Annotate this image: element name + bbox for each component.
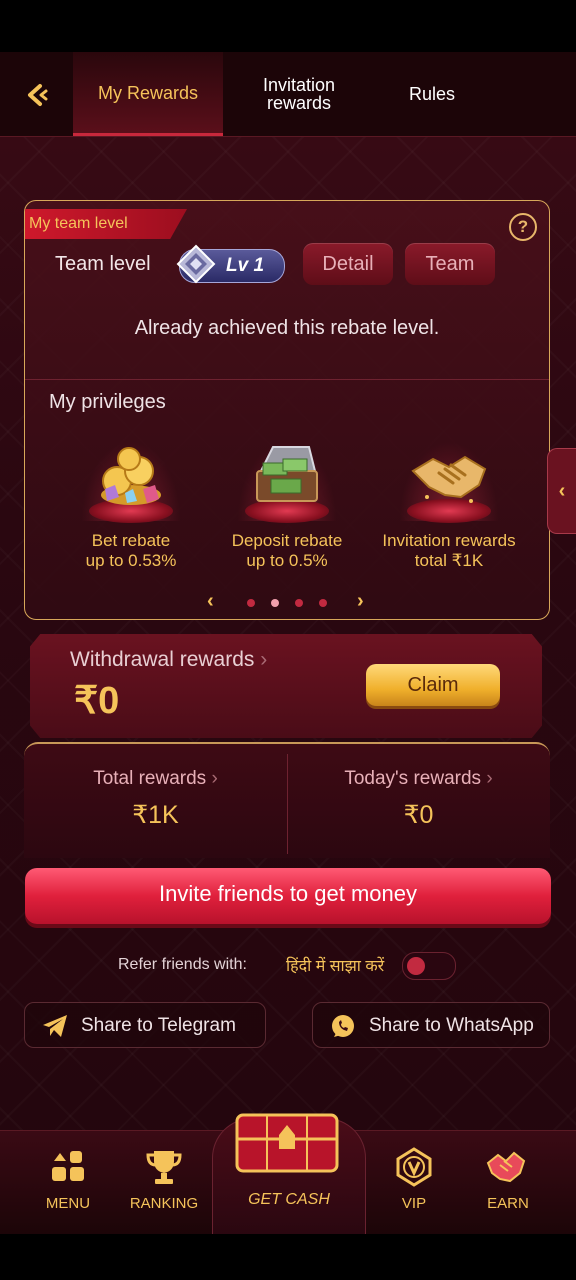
back-arrow-icon[interactable] <box>22 80 52 110</box>
hindi-share-toggle[interactable] <box>402 952 456 980</box>
chevron-right-icon[interactable]: › <box>357 591 364 611</box>
privilege-deposit-rebate: Deposit rebate up to 0.5% <box>207 441 367 581</box>
nav-earn[interactable]: EARN <box>460 1141 556 1231</box>
todays-rewards[interactable]: Today's rewards › ₹0 <box>287 744 550 858</box>
nav-label: GET CASH <box>248 1191 330 1208</box>
claim-button[interactable]: Claim <box>366 664 500 706</box>
rewards-summary: Total rewards › ₹1K Today's rewards › ₹0 <box>24 742 550 858</box>
treasure-chest-icon <box>235 1113 339 1173</box>
pager-dot-active[interactable] <box>271 599 279 607</box>
nav-label: VIP <box>401 1195 427 1212</box>
withdrawal-label-text: Withdrawal rewards <box>70 648 255 671</box>
handshake-icon <box>411 455 487 503</box>
question-icon[interactable]: ? <box>509 213 537 241</box>
todays-rewards-label: Today's rewards › <box>287 768 550 790</box>
todays-rewards-value: ₹0 <box>403 801 434 829</box>
privilege-value: total ₹1K <box>414 551 484 570</box>
privilege-invitation-rewards: Invitation rewards total ₹1K <box>369 441 529 581</box>
handshake-icon <box>486 1151 526 1183</box>
pager-dot[interactable] <box>247 599 255 607</box>
total-rewards-label-text: Total rewards <box>93 768 207 789</box>
privilege-label: Bet rebate up to 0.53% <box>51 531 211 571</box>
total-rewards[interactable]: Total rewards › ₹1K <box>24 744 287 858</box>
nav-vip[interactable]: VIP <box>366 1141 462 1231</box>
team-button[interactable]: Team <box>405 243 495 285</box>
tab-my-rewards[interactable]: My Rewards <box>73 52 223 136</box>
privilege-label: Deposit rebate up to 0.5% <box>207 531 367 571</box>
tab-invitation-rewards[interactable]: Invitation rewards <box>236 52 362 136</box>
chevron-right-icon: › <box>211 768 218 789</box>
nav-label: RANKING <box>129 1195 199 1212</box>
share-telegram-button[interactable]: Share to Telegram <box>24 1002 266 1048</box>
invite-friends-button[interactable]: Invite friends to get money <box>25 868 551 924</box>
total-rewards-value: ₹1K <box>132 801 179 829</box>
achieved-text: Already achieved this rebate level. <box>134 317 440 339</box>
detail-button[interactable]: Detail <box>303 243 393 285</box>
nav-ranking[interactable]: RANKING <box>116 1141 212 1231</box>
privilege-title: Deposit rebate <box>231 531 343 550</box>
top-tab-bar: My Rewards Invitation rewards Rules <box>0 52 576 137</box>
money-chest-icon <box>256 446 318 502</box>
privilege-label: Invitation rewards total ₹1K <box>369 531 529 571</box>
privileges-pager: ‹ › <box>25 591 549 611</box>
divider <box>25 379 549 380</box>
refer-row: Refer friends with: हिंदी में साझा करें <box>0 952 576 982</box>
team-level-card: My team level ? Team level Lv 1 Detail T… <box>24 200 550 620</box>
chevron-right-icon: › <box>486 768 493 789</box>
side-drawer-handle[interactable]: ‹ <box>547 448 576 534</box>
nav-menu[interactable]: MENU <box>20 1141 116 1231</box>
pager-dot[interactable] <box>319 599 327 607</box>
todays-rewards-label-text: Today's rewards <box>344 768 482 789</box>
chevron-right-icon: › <box>260 648 268 671</box>
share-whatsapp-button[interactable]: Share to WhatsApp <box>312 1002 550 1048</box>
privilege-value: up to 0.5% <box>246 551 328 570</box>
nav-get-cash[interactable]: GET CASH <box>212 1113 366 1234</box>
level-badge-text: Lv 1 <box>226 255 265 276</box>
withdrawal-label[interactable]: Withdrawal rewards › <box>70 648 267 672</box>
tab-label: My Rewards <box>97 82 199 103</box>
share-telegram-label: Share to Telegram <box>81 1015 236 1036</box>
toggle-knob <box>407 957 425 975</box>
menu-grid-icon <box>52 1151 84 1181</box>
chevron-left-icon[interactable]: ‹ <box>207 591 214 611</box>
tab-rules[interactable]: Rules <box>380 52 484 136</box>
tab-label: Invitation rewards <box>262 75 336 113</box>
trophy-icon <box>146 1151 182 1184</box>
withdrawal-value: ₹0 <box>74 680 120 722</box>
refer-hindi-option: हिंदी में साझा करें <box>286 958 385 975</box>
refer-label: Refer friends with: <box>118 956 247 973</box>
withdrawal-rewards-panel: Withdrawal rewards › ₹0 Claim <box>30 634 542 738</box>
total-rewards-label: Total rewards › <box>24 768 287 790</box>
privilege-title: Invitation rewards <box>382 531 516 550</box>
telegram-icon <box>43 1015 67 1037</box>
app-root: My Rewards Invitation rewards Rules My t… <box>0 52 576 1234</box>
pager-dot[interactable] <box>295 599 303 607</box>
nav-label: MENU <box>45 1195 91 1212</box>
tab-label: Rules <box>408 84 456 104</box>
level-gem-icon <box>176 244 216 284</box>
team-level-label: Team level <box>55 253 151 275</box>
share-whatsapp-label: Share to WhatsApp <box>369 1015 534 1036</box>
privilege-bet-rebate: Bet rebate up to 0.53% <box>51 441 211 581</box>
coins-gems-icon <box>101 447 161 505</box>
privilege-title: Bet rebate <box>91 531 171 550</box>
level-badge: Lv 1 <box>176 244 285 284</box>
nav-label: EARN <box>487 1195 529 1212</box>
privilege-value: up to 0.53% <box>85 551 177 570</box>
my-team-level-ribbon: My team level <box>25 209 187 239</box>
whatsapp-icon <box>332 1015 354 1037</box>
privileges-title: My privileges <box>49 391 166 413</box>
vip-badge-icon <box>396 1147 432 1187</box>
